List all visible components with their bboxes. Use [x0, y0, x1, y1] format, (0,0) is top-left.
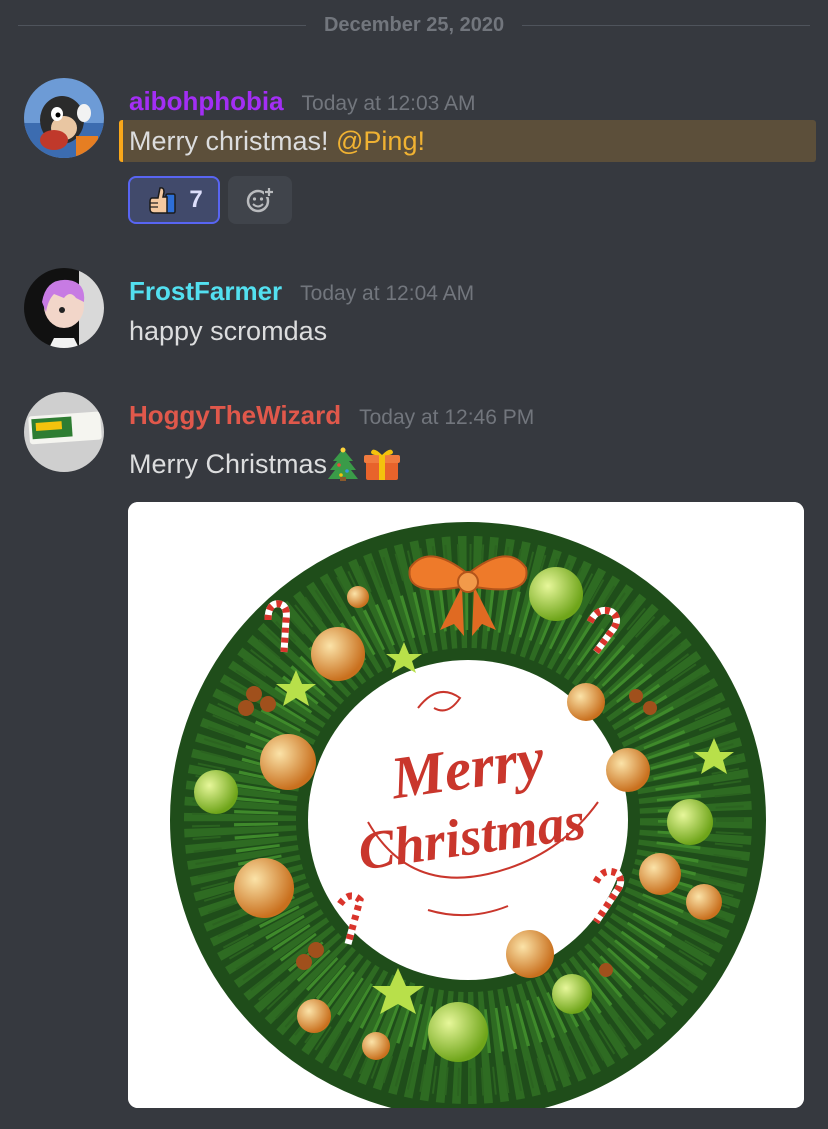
reaction-thumbs-up[interactable]: 7	[128, 176, 220, 224]
avatar[interactable]	[24, 78, 104, 158]
timestamp: Today at 12:04 AM	[300, 282, 475, 305]
message-text: Merry Christmas	[129, 446, 401, 482]
divider-line-left	[18, 24, 306, 26]
username[interactable]: HoggyTheWizard	[129, 400, 341, 431]
message-text: happy scromdas	[129, 316, 328, 346]
reaction-count: 7	[189, 186, 203, 213]
christmas-tree-icon	[328, 447, 359, 481]
user-mention[interactable]: @Ping!	[336, 126, 425, 156]
add-reaction-icon	[246, 187, 274, 213]
message-text: Merry christmas! @Ping!	[129, 126, 425, 157]
christmas-wreath-image: Merry Christmas	[128, 502, 804, 1108]
avatar-packet-icon	[24, 392, 104, 472]
username[interactable]: FrostFarmer	[129, 276, 282, 307]
gift-icon	[364, 449, 401, 480]
avatar-goofy-icon	[24, 78, 104, 158]
avatar-character-icon	[24, 268, 104, 348]
date-divider-label: December 25, 2020	[323, 13, 505, 36]
avatar[interactable]	[24, 268, 104, 348]
date-divider: December 25, 2020	[18, 8, 811, 42]
message-body: Merry Christmas	[129, 448, 328, 479]
message-header: HoggyTheWizard Today at 12:46 PM	[129, 400, 534, 431]
username[interactable]: aibohphobia	[129, 86, 284, 117]
image-attachment[interactable]: Merry Christmas	[128, 502, 804, 1108]
add-reaction-button[interactable]	[228, 176, 292, 224]
message-header: aibohphobia Today at 12:03 AM	[129, 86, 476, 117]
message-body: Merry christmas!	[129, 126, 337, 156]
timestamp: Today at 12:46 PM	[359, 406, 535, 429]
divider-line-right	[522, 24, 811, 26]
thumbs-up-icon	[149, 187, 177, 214]
timestamp: Today at 12:03 AM	[301, 92, 476, 115]
avatar[interactable]	[24, 392, 104, 472]
message-header: FrostFarmer Today at 12:04 AM	[129, 276, 474, 307]
